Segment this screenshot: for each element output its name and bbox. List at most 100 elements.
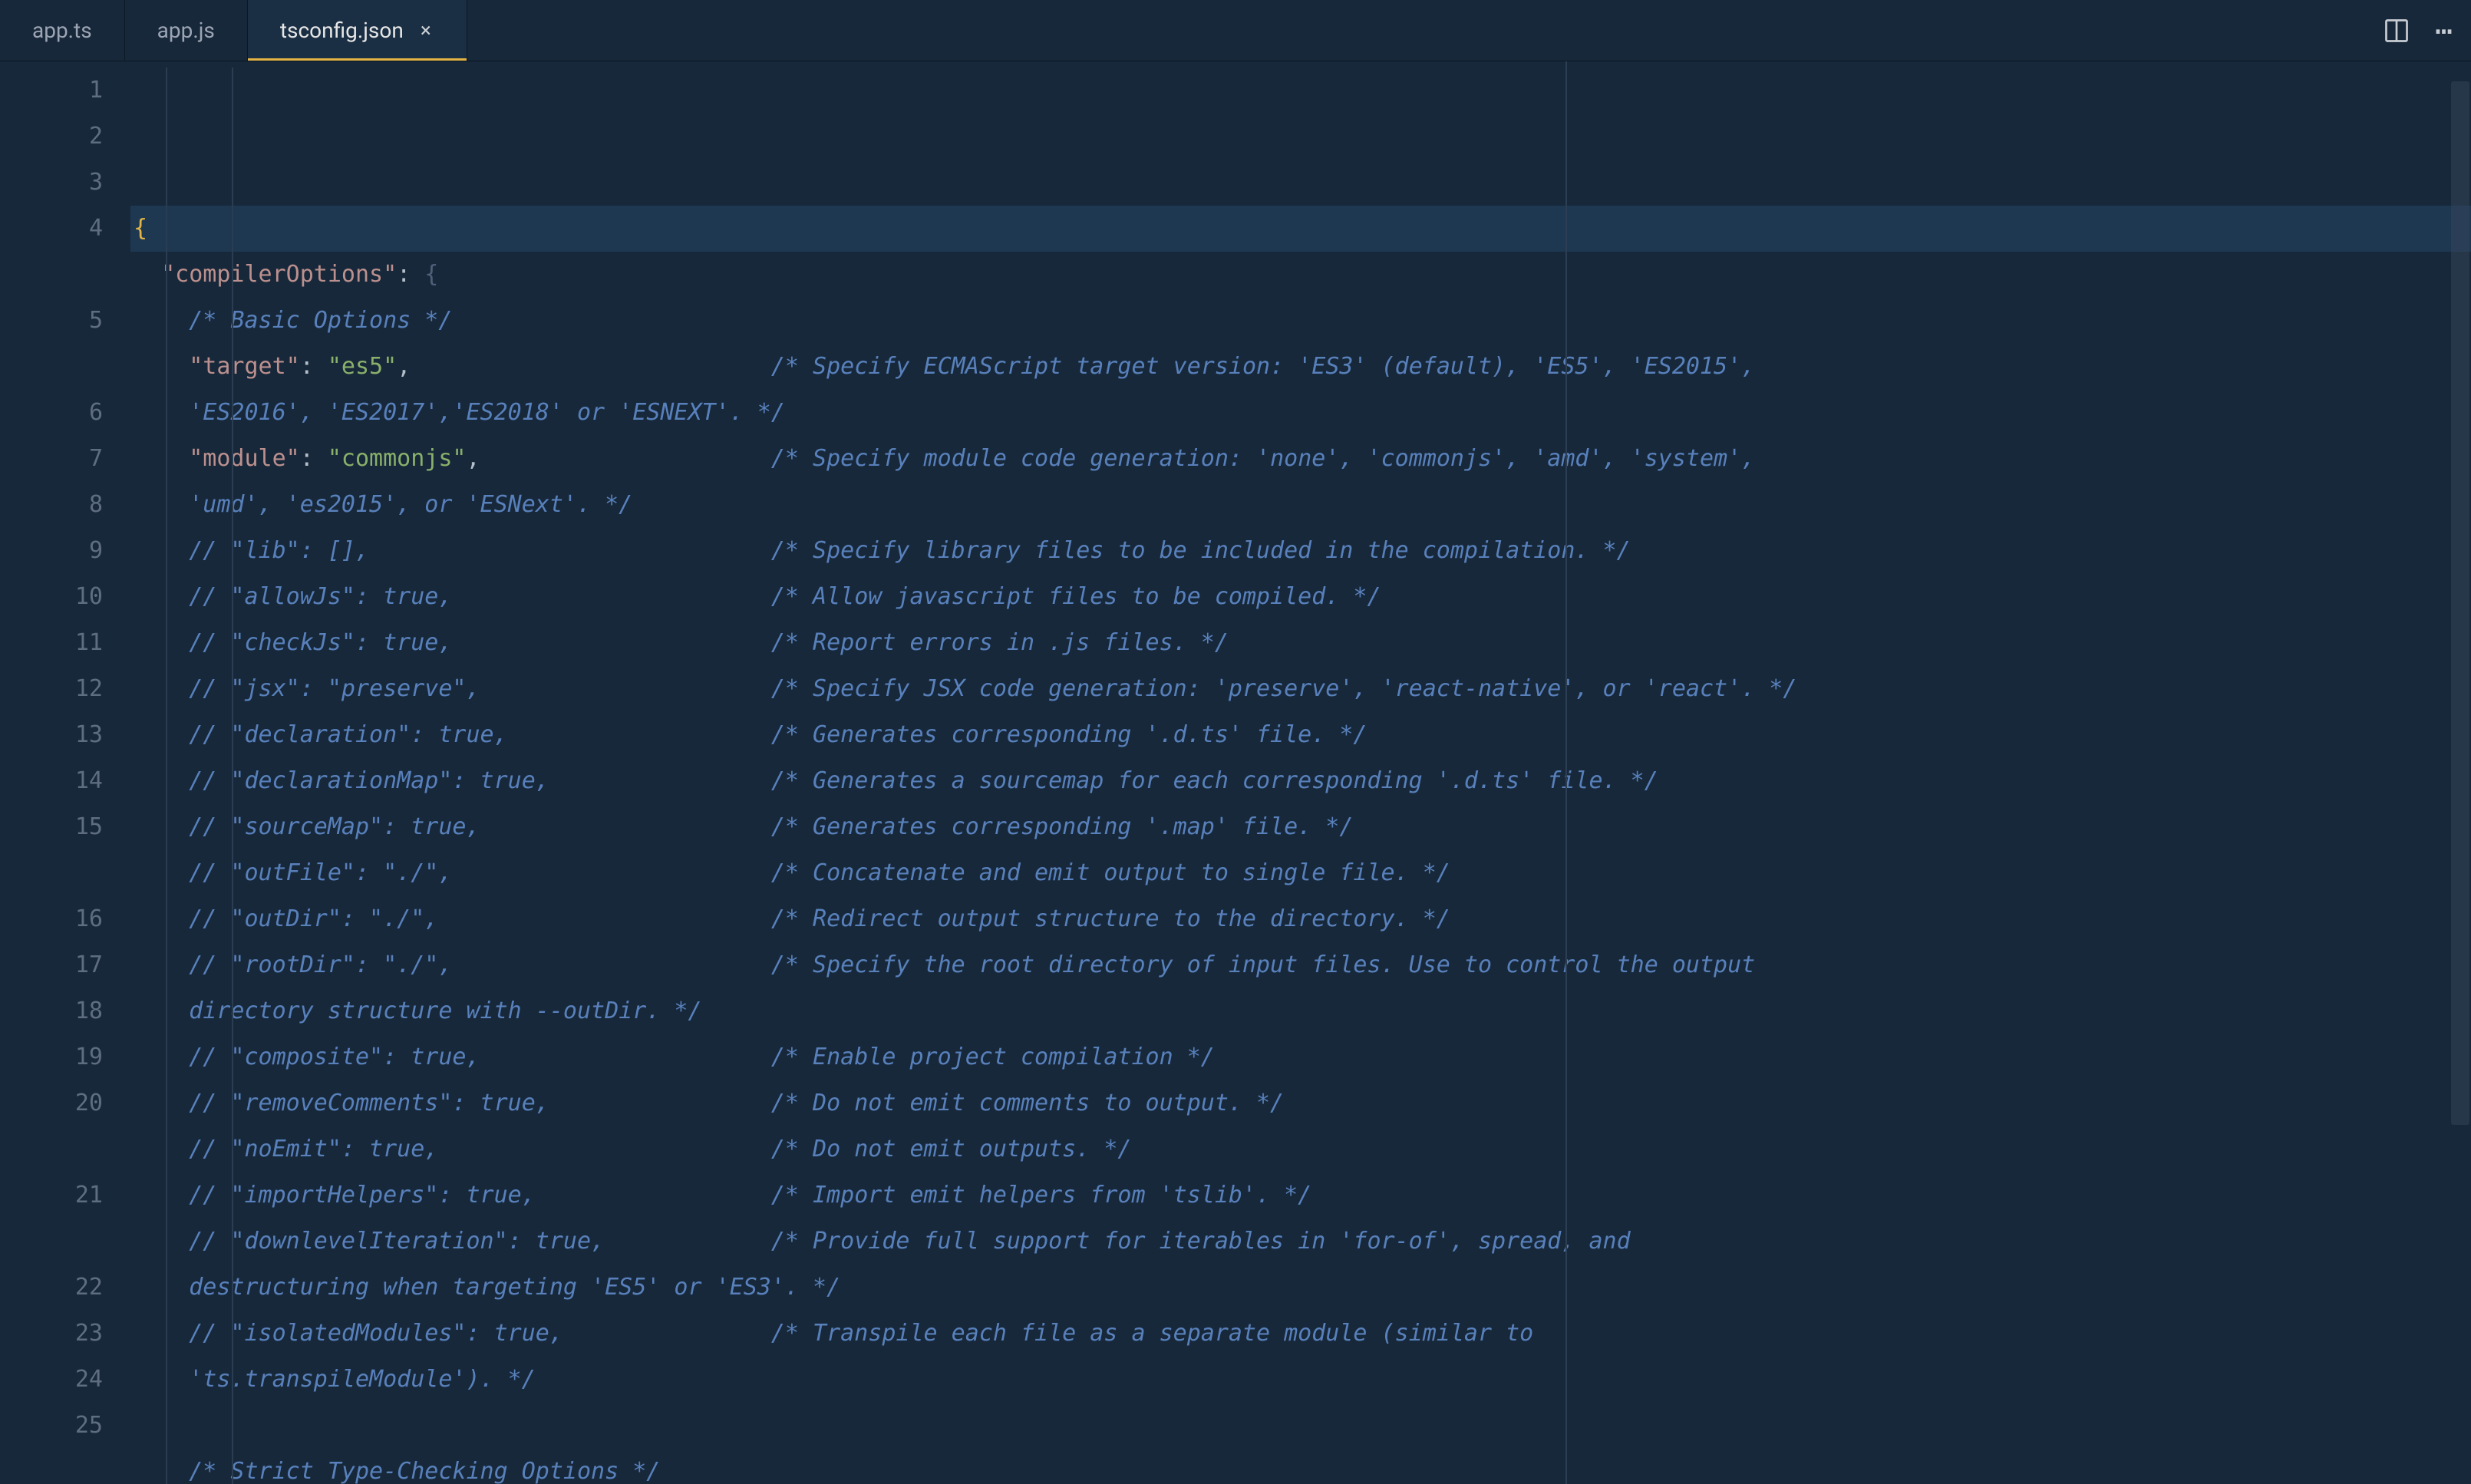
code-token: // "outFile": "./", [189, 859, 771, 886]
code-token: /* Specify JSX code generation: 'preserv… [771, 675, 1797, 702]
code-line[interactable]: // "jsx": "preserve", /* Specify JSX cod… [130, 666, 2471, 712]
line-number: 19 [0, 1034, 103, 1080]
code-area[interactable]: { "compilerOptions": { /* Basic Options … [130, 61, 2471, 1484]
line-number: 16 [0, 896, 103, 942]
code-line[interactable]: // "declaration": true, /* Generates cor… [130, 712, 2471, 758]
code-line[interactable]: // "importHelpers": true, /* Import emit… [130, 1172, 2471, 1219]
code-line[interactable]: // "noEmit": true, /* Do not emit output… [130, 1126, 2471, 1172]
code-line[interactable]: destructuring when targeting 'ES5' or 'E… [130, 1265, 2471, 1311]
code-line[interactable]: 'umd', 'es2015', or 'ESNext'. */ [130, 482, 2471, 528]
code-token: /* Specify ECMAScript target version: 'E… [771, 353, 1755, 380]
line-number: 17 [0, 942, 103, 988]
line-number: 13 [0, 712, 103, 758]
line-number: 25 [0, 1403, 103, 1449]
code-token: /* Generates corresponding '.d.ts' file.… [771, 721, 1367, 748]
code-line[interactable]: /* Basic Options */ [130, 298, 2471, 344]
code-line[interactable]: // "composite": true, /* Enable project … [130, 1034, 2471, 1080]
line-number: 21 [0, 1172, 103, 1219]
scrollbar-thumb[interactable] [2451, 81, 2469, 1125]
code-token: { [134, 215, 147, 242]
code-token: /* Basic Options */ [189, 307, 452, 334]
code-token: : [300, 445, 328, 472]
editor[interactable]: 1234567891011121314151617181920212223242… [0, 61, 2471, 1484]
code-token: // "isolatedModules": true, [189, 1320, 771, 1347]
code-line[interactable]: "module": "commonjs", /* Specify module … [130, 436, 2471, 482]
split-editor-button[interactable] [2380, 14, 2413, 48]
line-number: 5 [0, 298, 103, 344]
line-number: 7 [0, 436, 103, 482]
editor-window: app.tsapp.jstsconfig.json× ⋯ 12345678910… [0, 0, 2471, 1484]
code-line[interactable] [130, 1403, 2471, 1449]
line-number: 3 [0, 160, 103, 206]
code-line[interactable]: // "lib": [], /* Specify library files t… [130, 528, 2471, 574]
code-line[interactable]: // "removeComments": true, /* Do not emi… [130, 1080, 2471, 1126]
code-line[interactable]: // "downlevelIteration": true, /* Provid… [130, 1219, 2471, 1265]
code-token: // "importHelpers": true, [189, 1182, 771, 1209]
code-token: /* Provide full support for iterables in… [771, 1228, 1631, 1255]
code-token: // "lib": [], [189, 537, 771, 564]
tab-label: tsconfig.json [280, 18, 404, 43]
code-line[interactable]: "compilerOptions": { [130, 252, 2471, 298]
code-token: destructuring when targeting 'ES5' or 'E… [189, 1274, 840, 1301]
code-token: // "noEmit": true, [189, 1136, 771, 1162]
code-token: // "composite": true, [189, 1044, 771, 1070]
code-line[interactable]: // "isolatedModules": true, /* Transpile… [130, 1311, 2471, 1357]
line-number: 14 [0, 758, 103, 804]
code-line[interactable]: directory structure with --outDir. */ [130, 988, 2471, 1034]
line-number: 2 [0, 114, 103, 160]
code-token: 'umd', 'es2015', or 'ESNext'. */ [189, 491, 632, 518]
code-token: // "declarationMap": true, [189, 767, 771, 794]
code-line[interactable]: // "checkJs": true, /* Report errors in … [130, 620, 2471, 666]
code-token: , [397, 353, 411, 380]
code-token: /* Specify library files to be included … [771, 537, 1631, 564]
tabbar-actions: ⋯ [2363, 0, 2471, 61]
code-line[interactable]: // "allowJs": true, /* Allow javascript … [130, 574, 2471, 620]
code-line[interactable]: 'ES2016', 'ES2017','ES2018' or 'ESNEXT'.… [130, 390, 2471, 436]
more-actions-button[interactable]: ⋯ [2435, 16, 2454, 45]
code-token: "es5" [328, 353, 397, 380]
code-line[interactable]: 'ts.transpileModule'). */ [130, 1357, 2471, 1403]
tab-label: app.ts [32, 18, 92, 43]
tab-tsconfig-json[interactable]: tsconfig.json × [248, 0, 467, 61]
code-token: "target" [189, 353, 300, 380]
vertical-scrollbar[interactable] [2450, 68, 2471, 1484]
code-line[interactable]: { [130, 206, 2471, 252]
code-line[interactable]: // "declarationMap": true, /* Generates … [130, 758, 2471, 804]
code-token: 'ES2016', 'ES2017','ES2018' or 'ESNEXT'.… [189, 399, 785, 426]
line-number: 23 [0, 1311, 103, 1357]
code-token: // "declaration": true, [189, 721, 771, 748]
line-number-gutter: 1234567891011121314151617181920212223242… [0, 61, 130, 1484]
line-number: 18 [0, 988, 103, 1034]
code-token [411, 353, 771, 380]
tab-app-ts[interactable]: app.ts [0, 0, 125, 61]
code-token: /* Allow javascript files to be compiled… [771, 583, 1381, 610]
code-token: // "jsx": "preserve", [189, 675, 771, 702]
code-token: /* Import emit helpers from 'tslib'. */ [771, 1182, 1311, 1209]
tab-label: app.js [157, 18, 215, 43]
line-number: 11 [0, 620, 103, 666]
code-line[interactable]: // "sourceMap": true, /* Generates corre… [130, 804, 2471, 850]
line-number: 6 [0, 390, 103, 436]
code-token: /* Strict Type-Checking Options */ [189, 1458, 660, 1484]
code-token: 'ts.transpileModule'). */ [189, 1366, 536, 1393]
code-token: // "outDir": "./", [189, 905, 771, 932]
code-token: : [397, 261, 424, 288]
code-token: , [467, 445, 480, 472]
code-token: // "sourceMap": true, [189, 813, 771, 840]
code-token: // "allowJs": true, [189, 583, 771, 610]
close-icon[interactable]: × [417, 21, 434, 41]
code-line[interactable]: // "rootDir": "./", /* Specify the root … [130, 942, 2471, 988]
code-line[interactable]: // "outFile": "./", /* Concatenate and e… [130, 850, 2471, 896]
line-number: 9 [0, 528, 103, 574]
split-layout-icon [2383, 17, 2410, 45]
code-line[interactable]: // "outDir": "./", /* Redirect output st… [130, 896, 2471, 942]
line-number: 1 [0, 68, 103, 114]
code-token: /* Generates a sourcemap for each corres… [771, 767, 1658, 794]
tab-app-js[interactable]: app.js [125, 0, 248, 61]
line-number: 10 [0, 574, 103, 620]
code-token: // "downlevelIteration": true, [189, 1228, 771, 1255]
line-number: 24 [0, 1357, 103, 1403]
code-line[interactable]: /* Strict Type-Checking Options */ [130, 1449, 2471, 1484]
code-token: // "rootDir": "./", [189, 951, 771, 978]
code-line[interactable]: "target": "es5", /* Specify ECMAScript t… [130, 344, 2471, 390]
